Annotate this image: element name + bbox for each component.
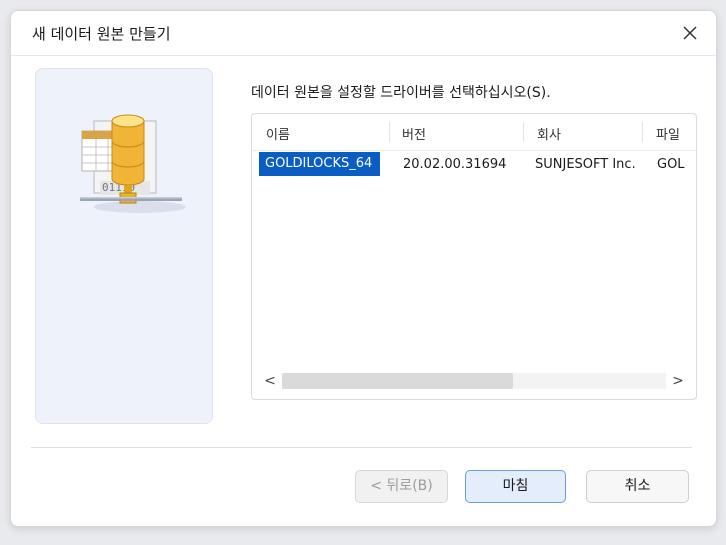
column-separator[interactable] bbox=[389, 122, 390, 142]
dialog-title: 새 데이터 원본 만들기 bbox=[32, 25, 171, 43]
wizard-side-panel: 01110 bbox=[35, 68, 213, 424]
instruction-text: 데이터 원본을 설정할 드라이버를 선택하십시오(S). bbox=[251, 85, 551, 101]
driver-name-cell[interactable]: GOLDILOCKS_64 bbox=[259, 152, 380, 176]
scroll-track[interactable] bbox=[282, 373, 666, 389]
column-header-name[interactable]: 이름 bbox=[266, 124, 290, 143]
column-header-version[interactable]: 버전 bbox=[402, 124, 426, 143]
table-row[interactable]: GOLDILOCKS_64 20.02.00.31694 SUNJESOFT I… bbox=[252, 151, 696, 177]
create-data-source-dialog: 새 데이터 원본 만들기 01110 데이터 원본을 설정할 드라이버를 선택하… bbox=[10, 10, 717, 527]
scroll-right-icon[interactable]: > bbox=[668, 372, 688, 390]
column-separator[interactable] bbox=[523, 122, 524, 142]
driver-list[interactable]: 이름 버전 회사 파일 GOLDILOCKS_64 20.02.00.31694… bbox=[251, 113, 697, 400]
data-source-illustration: 01110 bbox=[80, 114, 186, 213]
driver-file-cell: GOL bbox=[657, 157, 685, 172]
scroll-thumb[interactable] bbox=[282, 373, 513, 389]
column-header-company[interactable]: 회사 bbox=[537, 124, 561, 143]
column-header-file[interactable]: 파일 bbox=[656, 124, 680, 143]
close-icon[interactable] bbox=[678, 21, 702, 45]
horizontal-scrollbar[interactable]: < > bbox=[260, 372, 688, 390]
list-header: 이름 버전 회사 파일 bbox=[252, 114, 696, 151]
back-button[interactable]: < 뒤로(B) bbox=[355, 470, 448, 503]
driver-version-cell: 20.02.00.31694 bbox=[403, 157, 507, 172]
footer-divider bbox=[31, 447, 692, 448]
finish-button[interactable]: 마침 bbox=[465, 470, 566, 503]
dialog-titlebar: 새 데이터 원본 만들기 bbox=[11, 11, 716, 56]
cancel-button[interactable]: 취소 bbox=[586, 470, 689, 503]
driver-company-cell: SUNJESOFT Inc. bbox=[535, 157, 636, 172]
scroll-left-icon[interactable]: < bbox=[260, 372, 280, 390]
column-separator[interactable] bbox=[642, 122, 643, 142]
